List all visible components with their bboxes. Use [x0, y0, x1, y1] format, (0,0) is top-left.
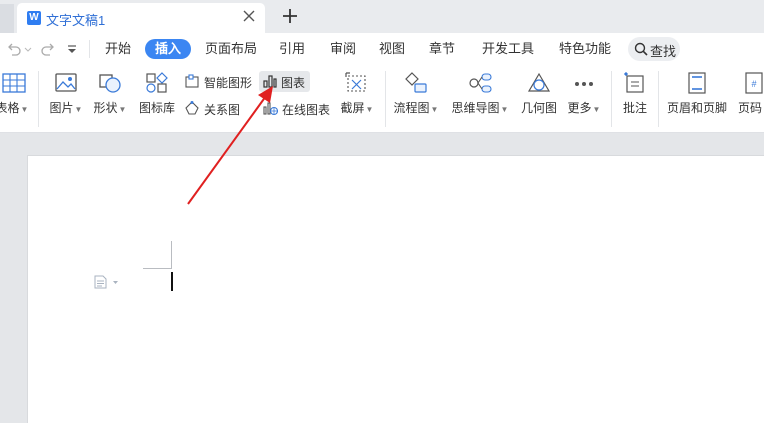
geometry-button[interactable]: 几何图	[519, 71, 559, 129]
chart-label: 图表	[281, 76, 306, 90]
undo-icon[interactable]	[6, 41, 22, 57]
shape-button[interactable]: 形状▼	[90, 71, 130, 129]
chart-icon	[263, 75, 277, 88]
comment-button[interactable]: 批注	[618, 71, 652, 129]
document-tab-title: 文字文稿1	[46, 13, 106, 28]
header-footer-icon	[688, 72, 706, 94]
geometry-label: 几何图	[520, 101, 557, 115]
smart-graphic-icon	[185, 74, 199, 88]
page-number-label: 页码	[738, 101, 763, 115]
shape-label: 形状	[93, 101, 118, 115]
search-label: 查找	[650, 44, 677, 59]
shape-icon	[99, 74, 121, 93]
table-label: 表格	[0, 101, 20, 115]
relation-graph-label: 关系图	[204, 103, 241, 117]
mindmap-icon	[469, 73, 492, 93]
relation-graph-icon	[185, 101, 199, 115]
redo-icon[interactable]	[40, 41, 56, 57]
flowchart-label: 流程图	[393, 101, 430, 115]
svg-text:#: #	[751, 79, 756, 89]
document-page[interactable]	[27, 155, 764, 423]
menu-tab-home[interactable]: 开始	[104, 40, 132, 58]
chart-button[interactable]: 图表	[259, 71, 310, 92]
mindmap-label: 思维导图	[451, 101, 500, 115]
search-icon	[634, 42, 648, 56]
ribbon-divider	[611, 71, 612, 127]
more-label: 更多	[567, 101, 592, 115]
page-number-icon: #	[745, 72, 763, 94]
mindmap-button[interactable]: 思维导图▼	[450, 71, 510, 129]
more-icon	[575, 82, 593, 86]
search-button[interactable]: 查找	[628, 37, 680, 61]
new-tab-plus-icon[interactable]	[280, 6, 300, 26]
comment-label: 批注	[622, 101, 647, 115]
text-cursor	[171, 272, 173, 291]
geometry-icon	[527, 72, 551, 92]
picture-label: 图片	[49, 101, 74, 115]
menu-tab-special-features[interactable]: 特色功能	[558, 40, 612, 58]
online-chart-label: 在线图表	[282, 103, 331, 117]
picture-button[interactable]: 图片▼	[46, 71, 86, 129]
screenshot-icon	[345, 72, 366, 92]
picture-icon	[55, 73, 77, 92]
close-tab-icon[interactable]	[241, 8, 257, 24]
insert-ribbon: 表格▼ 图片▼ 形状▼ 图标库 智能图形 图表 关系图 在线图表 截屏▼ 流程图…	[0, 65, 764, 133]
menu-tab-page-layout[interactable]: 页面布局	[204, 40, 258, 58]
page-number-button[interactable]: # 页码	[734, 71, 764, 129]
previous-tab-stub[interactable]	[0, 4, 14, 33]
menu-divider	[89, 40, 90, 58]
icon-library-icon	[146, 72, 168, 93]
margin-corner-mark	[171, 241, 172, 269]
undo-dropdown-icon[interactable]	[24, 41, 32, 57]
menu-tab-view[interactable]: 视图	[378, 40, 406, 58]
screenshot-button[interactable]: 截屏▼	[338, 71, 376, 129]
online-chart-icon	[263, 102, 278, 116]
menu-tab-developer[interactable]: 开发工具	[481, 40, 535, 58]
ribbon-divider	[385, 71, 386, 127]
smart-graphic-button[interactable]: 智能图形	[184, 72, 254, 92]
more-button[interactable]: 更多▼	[565, 71, 603, 129]
table-icon	[2, 73, 26, 93]
ribbon-divider	[658, 71, 659, 127]
menu-tab-insert[interactable]: 插入	[145, 39, 192, 59]
menu-tab-review[interactable]: 审阅	[329, 40, 357, 58]
flowchart-icon	[405, 72, 427, 93]
menu-bar: 开始 插入 页面布局 引用 审阅 视图 章节 开发工具 特色功能 查找	[0, 33, 764, 65]
smart-graphic-label: 智能图形	[204, 76, 253, 90]
table-button[interactable]: 表格▼	[0, 71, 32, 129]
screenshot-label: 截屏	[340, 101, 365, 115]
online-chart-button[interactable]: 在线图表	[262, 99, 334, 119]
icon-library-label: 图标库	[138, 101, 175, 115]
relation-graph-button[interactable]: 关系图	[184, 99, 246, 119]
paragraph-layout-icon[interactable]	[94, 275, 120, 289]
margin-corner-mark	[143, 268, 171, 269]
menu-tab-sections[interactable]: 章节	[428, 40, 456, 58]
customize-toolbar-icon[interactable]	[66, 41, 78, 57]
ribbon-divider	[38, 71, 39, 127]
flowchart-button[interactable]: 流程图▼	[392, 71, 440, 129]
document-tab[interactable]: W 文字文稿1	[17, 3, 265, 33]
header-footer-button[interactable]: 页眉和页脚	[665, 71, 729, 129]
menu-tab-references[interactable]: 引用	[278, 40, 306, 58]
tab-bar: W 文字文稿1	[0, 0, 764, 33]
writer-logo-icon: W	[27, 11, 41, 25]
comment-icon	[624, 72, 644, 93]
header-footer-label: 页眉和页脚	[666, 101, 727, 115]
icon-library-button[interactable]: 图标库	[136, 71, 178, 129]
